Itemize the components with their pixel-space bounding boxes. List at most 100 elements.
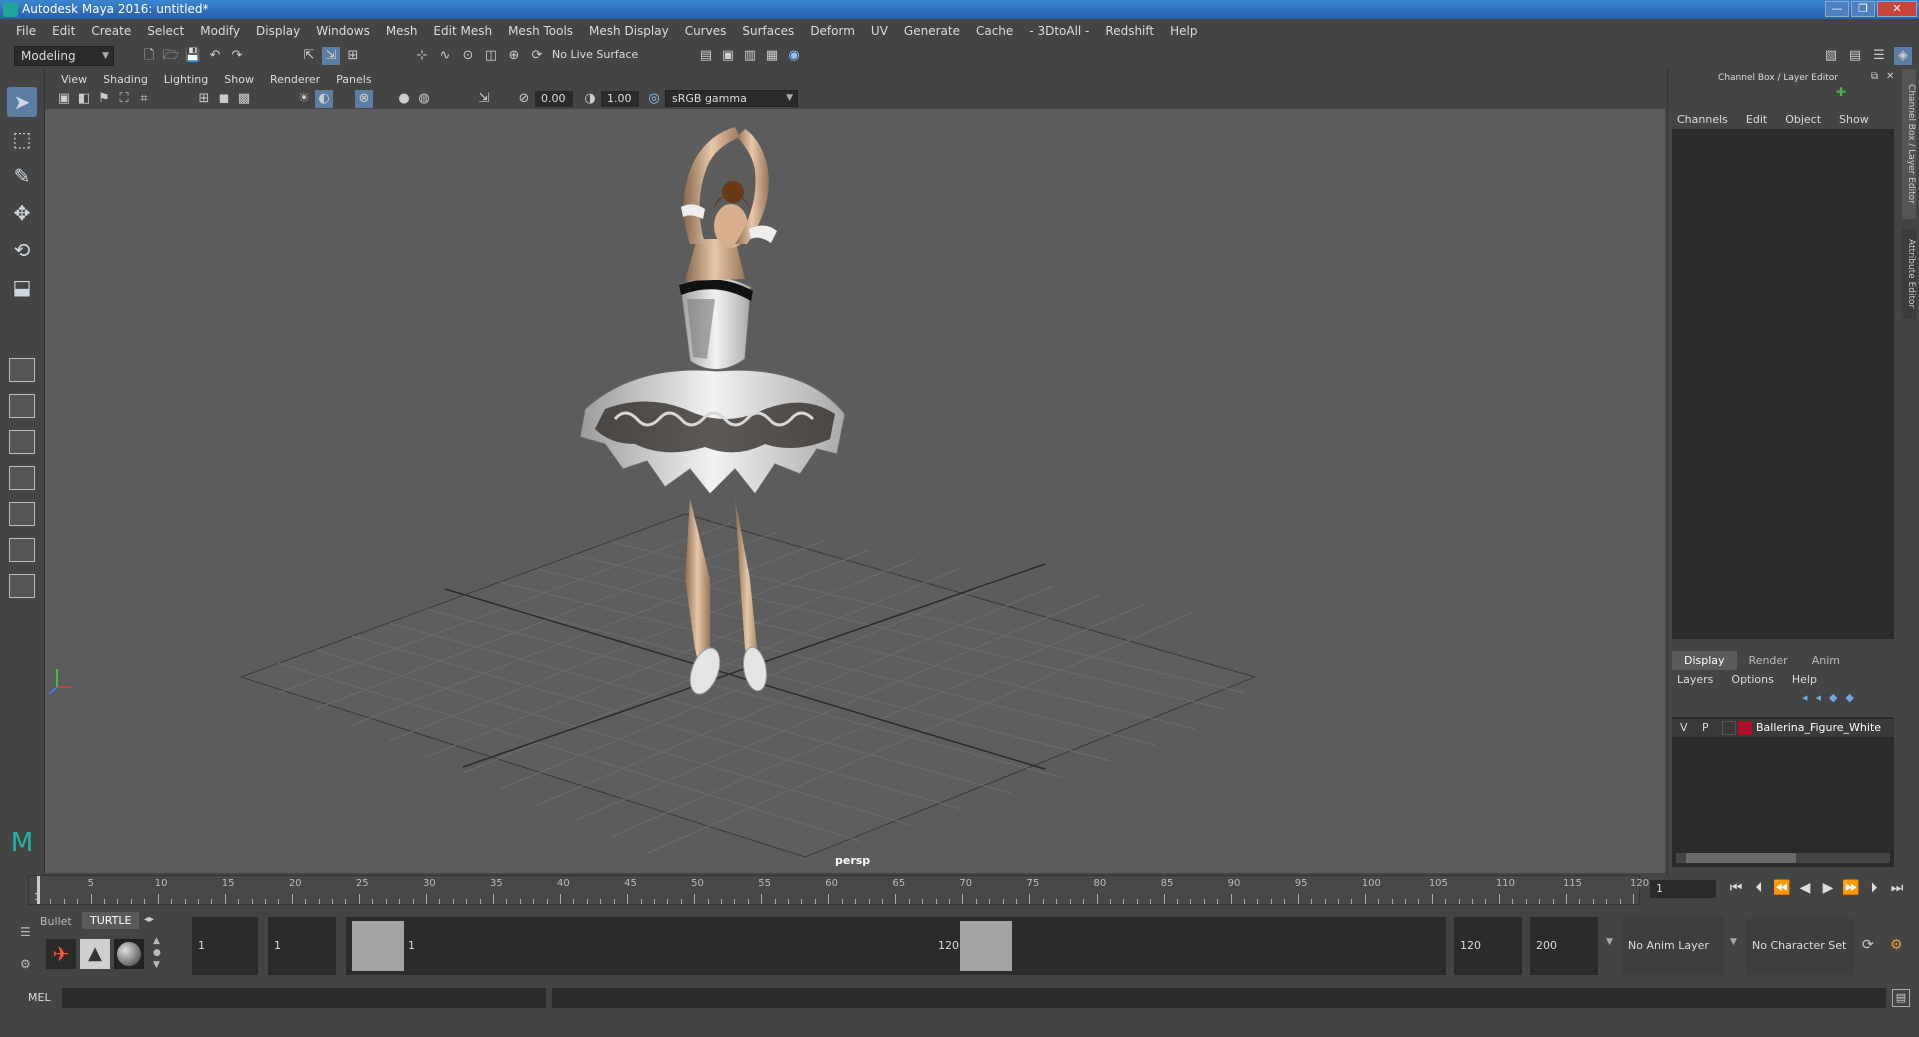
menu-cache[interactable]: Cache xyxy=(968,24,1021,38)
step-forward-key-icon[interactable]: ⏵ xyxy=(1864,880,1884,896)
menu-deform[interactable]: Deform xyxy=(802,24,863,38)
time-slider[interactable]: 1510152025303540455055606570758085909510… xyxy=(0,875,1919,905)
mode-selector[interactable]: Modeling ▼ xyxy=(14,46,114,66)
menu-uv[interactable]: UV xyxy=(863,24,896,38)
menu-mesh-tools[interactable]: Mesh Tools xyxy=(500,24,581,38)
redo-icon[interactable]: ↷ xyxy=(228,47,246,65)
channel-menu-object[interactable]: Object xyxy=(1776,113,1830,126)
menu-edit[interactable]: Edit xyxy=(44,24,83,38)
rotate-tool-icon[interactable]: ⟲ xyxy=(7,235,37,265)
exposure-field[interactable]: 0.00 xyxy=(535,91,573,107)
shelf-menu-icon[interactable]: ☰ xyxy=(20,925,31,939)
lasso-tool-icon[interactable]: ⬚ xyxy=(7,124,37,154)
snap-curve-icon[interactable]: ∿ xyxy=(436,47,454,65)
image-plane-icon[interactable]: ⛶ xyxy=(115,90,133,108)
save-scene-icon[interactable]: 💾 xyxy=(184,47,202,65)
scale-tool-icon[interactable]: ⬓ xyxy=(7,272,37,302)
wireframe-icon[interactable]: ⊞ xyxy=(195,90,213,108)
shelf-scroll-icon[interactable]: ▲ ● ▼ xyxy=(153,935,161,971)
four-view-layout-icon[interactable] xyxy=(9,394,35,418)
menu-3dtoall[interactable]: - 3DtoAll - xyxy=(1021,24,1097,38)
layer-playback-toggle[interactable]: P xyxy=(1702,721,1709,734)
gamma-field[interactable]: 1.00 xyxy=(601,91,639,107)
layer-menu-help[interactable]: Help xyxy=(1783,673,1826,686)
layer-color-swatch[interactable] xyxy=(1738,721,1752,735)
move-tool-icon[interactable]: ✥ xyxy=(7,198,37,228)
channel-menu-channels[interactable]: Channels xyxy=(1668,113,1737,126)
menu-mesh-display[interactable]: Mesh Display xyxy=(581,24,677,38)
channel-menu-edit[interactable]: Edit xyxy=(1737,113,1776,126)
bullet-shelf-tool-icon[interactable]: ✈ xyxy=(46,939,76,969)
side-tab-attribute-editor[interactable]: Attribute Editor xyxy=(1902,229,1916,319)
material-ball-icon[interactable] xyxy=(114,939,144,969)
chevron-down-icon[interactable]: ▼ xyxy=(1730,937,1737,947)
live-surface-label[interactable]: No Live Surface xyxy=(552,48,638,61)
time-slider-ticks[interactable]: 1510152025303540455055606570758085909510… xyxy=(28,875,1649,905)
menu-help[interactable]: Help xyxy=(1162,24,1205,38)
bookmark-icon[interactable]: ⚑ xyxy=(95,90,113,108)
hypershade-icon[interactable]: ◉ xyxy=(785,47,803,65)
grid-toggle-icon[interactable]: ⌗ xyxy=(135,90,153,108)
tab-anim[interactable]: Anim xyxy=(1799,651,1852,670)
float-panel-icon[interactable]: ⧉ xyxy=(1871,71,1878,82)
ipr-render-icon[interactable]: ▥ xyxy=(741,47,759,65)
viewport-menu-lighting[interactable]: Lighting xyxy=(156,73,216,86)
command-input[interactable] xyxy=(62,988,546,1008)
select-by-component-icon[interactable]: ⊞ xyxy=(344,47,362,65)
shelf-tab-bullet[interactable]: Bullet xyxy=(40,915,72,928)
perspective-viewport[interactable]: persp xyxy=(45,109,1665,873)
persp-graph-layout-icon[interactable] xyxy=(9,466,35,490)
channel-list[interactable] xyxy=(1672,129,1894,639)
menu-generate[interactable]: Generate xyxy=(896,24,968,38)
menu-windows[interactable]: Windows xyxy=(308,24,378,38)
shadows-icon[interactable]: ◐ xyxy=(315,90,333,108)
viewport-menu-show[interactable]: Show xyxy=(216,73,262,86)
menu-mesh[interactable]: Mesh xyxy=(378,24,426,38)
make-live-icon[interactable]: ⟳ xyxy=(528,47,546,65)
layer-visibility-toggle[interactable]: V xyxy=(1680,721,1688,734)
layer-list-scrollbar[interactable] xyxy=(1676,853,1890,863)
menu-edit-mesh[interactable]: Edit Mesh xyxy=(425,24,500,38)
range-start-handle[interactable] xyxy=(352,921,404,971)
xray-icon[interactable]: ⊗ xyxy=(355,90,373,108)
open-scene-icon[interactable]: 🗁 xyxy=(162,47,180,65)
menu-redshift[interactable]: Redshift xyxy=(1097,24,1162,38)
motion-blur-icon[interactable]: ◍ xyxy=(415,90,433,108)
textured-icon[interactable]: ▩ xyxy=(235,90,253,108)
step-back-key-icon[interactable]: ⏴ xyxy=(1749,880,1769,896)
range-end-handle[interactable] xyxy=(960,921,1012,971)
viewport-menu-shading[interactable]: Shading xyxy=(95,73,156,86)
viewport-menu-renderer[interactable]: Renderer xyxy=(262,73,328,86)
layer-list[interactable]: V P Ballerina_Figure_White xyxy=(1672,717,1894,867)
current-time-marker[interactable] xyxy=(37,876,40,904)
command-language-label[interactable]: MEL xyxy=(28,991,51,1004)
maximize-button[interactable]: ❐ xyxy=(1851,1,1875,17)
scene-start-field[interactable]: 1 xyxy=(192,917,258,975)
attribute-toggle-icon[interactable]: ☰ xyxy=(1870,47,1888,65)
layer-action-icons[interactable]: ◂◂◆◆ xyxy=(1802,691,1862,704)
render-frame-icon[interactable]: ▣ xyxy=(719,47,737,65)
layer-reference-toggle[interactable] xyxy=(1722,721,1736,735)
layer-menu-options[interactable]: Options xyxy=(1722,673,1782,686)
paint-select-tool-icon[interactable]: ✎ xyxy=(7,161,37,191)
gamma-icon[interactable]: ◑ xyxy=(581,90,599,108)
render-settings-icon[interactable]: ▤ xyxy=(697,47,715,65)
menu-surfaces[interactable]: Surfaces xyxy=(734,24,802,38)
turtle-render-icon[interactable]: ▲ xyxy=(80,939,110,969)
anim-layer-selector[interactable]: No Anim Layer xyxy=(1622,917,1724,975)
menu-curves[interactable]: Curves xyxy=(677,24,735,38)
menu-create[interactable]: Create xyxy=(83,24,139,38)
scene-end-field[interactable]: 200 xyxy=(1530,917,1598,975)
color-space-selector[interactable]: sRGB gamma ▼ xyxy=(665,90,798,107)
step-forward-frame-icon[interactable]: ⏩ xyxy=(1841,880,1861,896)
shelf-tab-scroll-icon[interactable]: ◂▸ xyxy=(144,914,154,925)
undo-icon[interactable]: ↶ xyxy=(206,47,224,65)
outliner-toggle-icon[interactable]: ▤ xyxy=(1846,47,1864,65)
menu-file[interactable]: File xyxy=(8,24,44,38)
play-backwards-icon[interactable]: ◀ xyxy=(1795,880,1815,896)
animation-prefs-icon[interactable]: ⚙ xyxy=(1890,937,1903,953)
script-editor-icon[interactable]: ▤ xyxy=(1892,989,1910,1007)
shelf-settings-icon[interactable]: ⚙ xyxy=(20,957,31,971)
persp-outliner-layout-icon[interactable] xyxy=(9,502,35,526)
new-scene-icon[interactable]: 🗋 xyxy=(140,47,158,65)
